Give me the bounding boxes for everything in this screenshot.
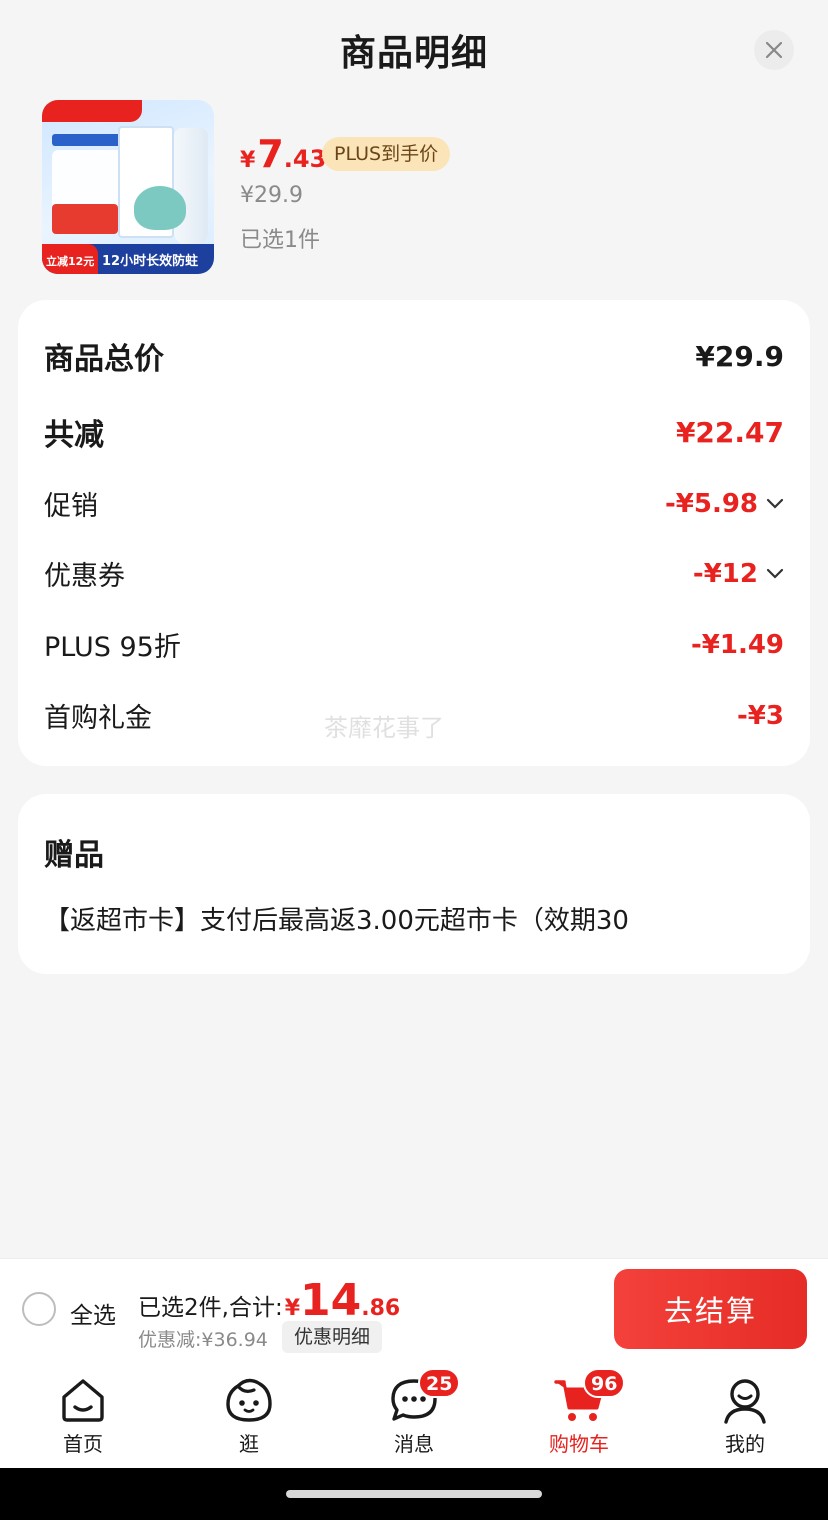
total-decimal: .86 xyxy=(361,1296,401,1321)
discount-total: 优惠减:¥36.94 xyxy=(138,1329,268,1351)
checkout-summary: 已选2件,合计: ¥ 14 .86 xyxy=(138,1279,400,1323)
thumb-banner-left: 立减12元 xyxy=(42,244,98,274)
profile-icon xyxy=(719,1374,771,1426)
promotion-value: -¥5.98 xyxy=(664,488,758,519)
cart-badge: 96 xyxy=(583,1368,626,1398)
reduce-label: 共减 xyxy=(44,418,104,453)
watermark: 茶靡花事了 xyxy=(324,714,444,742)
cart-icon: 96 xyxy=(553,1368,626,1426)
total-price-label: 商品总价 xyxy=(44,342,164,377)
product-detail-sheet: 商品明细 12小时长效防蛀 立减12元 ¥ 7 .43 PLUS到手价 ¥29.… xyxy=(0,0,828,1258)
tab-cart[interactable]: 96 购物车 xyxy=(519,1362,639,1468)
coupon-value-wrap: -¥12 xyxy=(693,559,784,589)
message-badge: 25 xyxy=(418,1368,461,1398)
thumb-banner-text: 12小时长效防蛀 xyxy=(102,254,199,269)
first-purchase-label: 首购礼金 xyxy=(44,703,152,734)
thumb-red-label xyxy=(52,204,118,234)
home-indicator[interactable] xyxy=(286,1490,542,1498)
plus-discount-value: -¥1.49 xyxy=(690,629,784,660)
product-image[interactable]: 12小时长效防蛀 立减12元 xyxy=(42,100,214,274)
coupon-row[interactable]: 优惠券 -¥12 xyxy=(44,554,784,593)
promotion-row[interactable]: 促销 -¥5.98 xyxy=(44,484,784,523)
total-price-value: ¥29.9 xyxy=(695,339,784,373)
reduce-row: 共减 ¥22.47 xyxy=(44,410,784,454)
close-button[interactable] xyxy=(754,30,794,70)
close-icon xyxy=(765,41,783,59)
discount-detail-button[interactable]: 优惠明细 xyxy=(282,1321,383,1353)
tab-browse-label: 逛 xyxy=(239,1432,259,1456)
system-nav-bar xyxy=(0,1468,828,1520)
plus-price-badge: PLUS到手价 xyxy=(322,137,451,171)
price-decimal: .43 xyxy=(283,145,327,173)
summary-label: 已选2件,合计: xyxy=(138,1295,283,1321)
bottom-tab-bar: 首页 逛 25 消息 96 购物车 我的 xyxy=(0,1362,828,1468)
gift-card: 赠品 【返超市卡】支付后最高返3.00元超市卡（效期30 xyxy=(18,794,810,974)
checkout-bar: 全选 已选2件,合计: ¥ 14 .86 优惠减:¥36.94 优惠明细 去结算 xyxy=(0,1258,828,1362)
promotion-label: 促销 xyxy=(44,491,98,522)
home-icon xyxy=(57,1374,109,1426)
tab-messages[interactable]: 25 消息 xyxy=(354,1362,474,1468)
total-integer: 14 xyxy=(300,1275,362,1326)
browse-icon xyxy=(223,1374,275,1426)
select-all-radio[interactable] xyxy=(22,1292,56,1326)
chevron-down-icon[interactable] xyxy=(766,498,784,510)
plus-discount-label: PLUS 95折 xyxy=(44,632,181,663)
tab-browse[interactable]: 逛 xyxy=(189,1362,309,1468)
price-currency: ¥ xyxy=(240,148,256,173)
select-all-label[interactable]: 全选 xyxy=(70,1296,116,1330)
first-purchase-value: -¥3 xyxy=(737,700,784,731)
tab-profile[interactable]: 我的 xyxy=(685,1362,805,1468)
sheet-title: 商品明细 xyxy=(339,33,488,74)
promotion-value-wrap: -¥5.98 xyxy=(665,489,784,519)
thumb-left-text: 立减12元 xyxy=(46,255,95,268)
coupon-value: -¥12 xyxy=(692,558,758,589)
plus-discount-row: PLUS 95折 -¥1.49 xyxy=(44,625,784,664)
thumb-badge xyxy=(42,100,142,122)
chevron-down-icon[interactable] xyxy=(766,568,784,580)
thumb-product-tube xyxy=(174,128,208,246)
selected-count: 已选1件 xyxy=(240,228,320,253)
reduce-value: ¥22.47 xyxy=(675,415,784,449)
thumb-mascot xyxy=(134,186,186,230)
price-integer: 7 xyxy=(257,132,284,176)
tab-messages-label: 消息 xyxy=(394,1432,434,1456)
thumb-brand-strip xyxy=(52,134,124,146)
tab-home[interactable]: 首页 xyxy=(23,1362,143,1468)
product-price: ¥ 7 .43 xyxy=(240,132,326,176)
original-price: ¥29.9 xyxy=(240,183,303,208)
tab-profile-label: 我的 xyxy=(725,1432,765,1456)
tab-home-label: 首页 xyxy=(63,1432,103,1456)
price-detail-card: 商品总价 ¥29.9 共减 ¥22.47 促销 -¥5.98 优惠券 -¥12 … xyxy=(18,300,810,766)
tab-cart-label: 购物车 xyxy=(549,1432,609,1456)
gift-text: 【返超市卡】支付后最高返3.00元超市卡（效期30 xyxy=(44,906,629,936)
checkout-button[interactable]: 去结算 xyxy=(614,1269,807,1349)
message-icon: 25 xyxy=(388,1368,461,1426)
total-price-row: 商品总价 ¥29.9 xyxy=(44,334,784,378)
coupon-label: 优惠券 xyxy=(44,561,125,592)
total-currency: ¥ xyxy=(284,1296,301,1321)
gift-title: 赠品 xyxy=(44,838,104,873)
